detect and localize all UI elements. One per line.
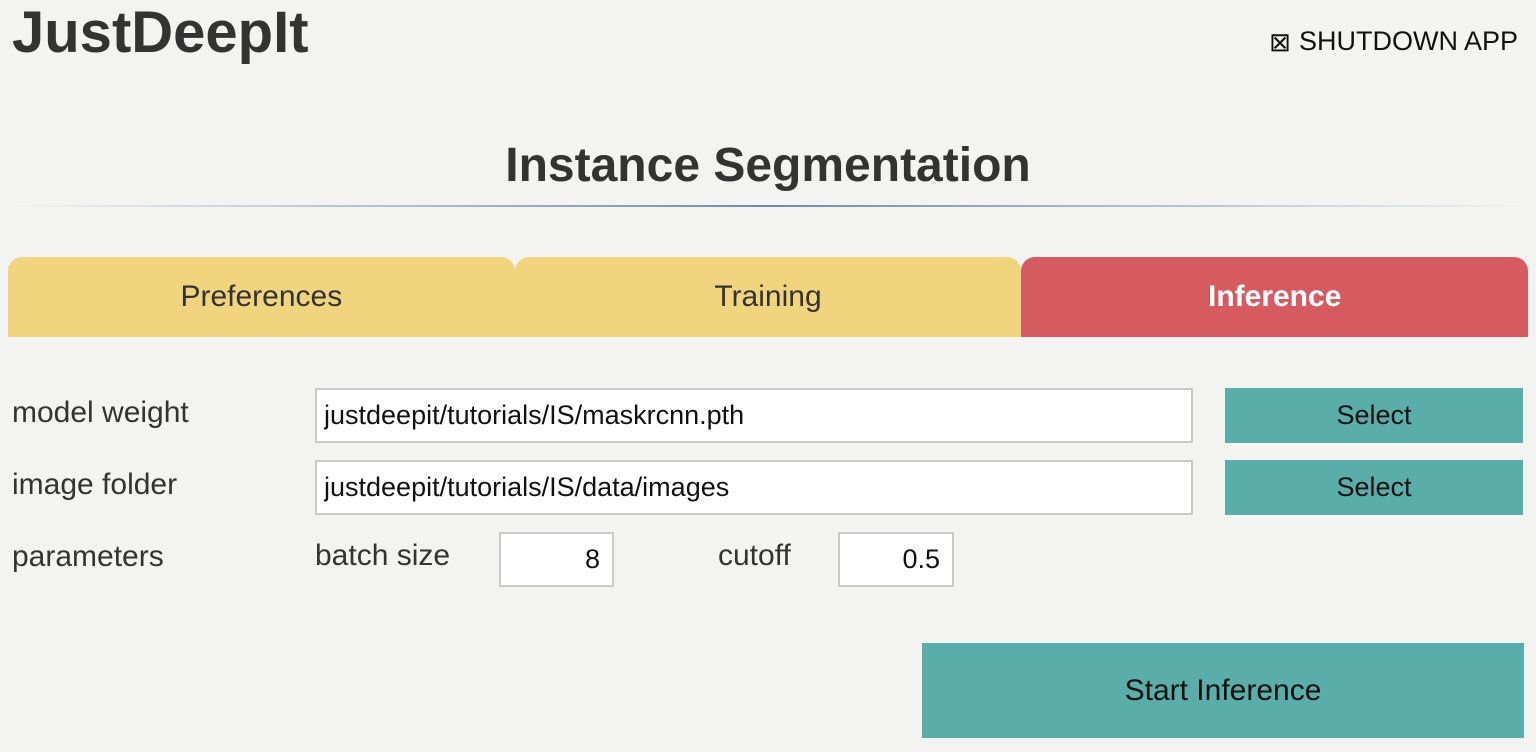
batch-size-input[interactable] — [499, 532, 614, 587]
tab-inference[interactable]: Inference — [1021, 257, 1529, 337]
cutoff-input[interactable] — [838, 532, 954, 587]
tab-training[interactable]: Training — [514, 257, 1022, 337]
parameters-label: parameters — [12, 540, 164, 573]
shutdown-app-label: SHUTDOWN APP — [1298, 26, 1518, 56]
title-divider — [8, 205, 1528, 207]
shutdown-app-button[interactable]: ⊠ SHUTDOWN APP — [1269, 26, 1518, 57]
image-folder-select-button[interactable]: Select — [1225, 460, 1523, 515]
tab-bar: Preferences Training Inference — [8, 257, 1529, 337]
checkbox-x-icon: ⊠ — [1269, 26, 1291, 57]
app-title: JustDeepIt — [12, 0, 309, 65]
tab-preferences[interactable]: Preferences — [8, 257, 515, 337]
batch-size-label: batch size — [315, 539, 451, 572]
model-weight-select-button[interactable]: Select — [1225, 388, 1523, 443]
start-inference-button[interactable]: Start Inference — [922, 643, 1524, 738]
image-folder-label: image folder — [12, 468, 178, 501]
model-weight-label: model weight — [12, 396, 189, 429]
page-title: Instance Segmentation — [505, 139, 1031, 192]
image-folder-input[interactable] — [315, 460, 1193, 515]
cutoff-label: cutoff — [718, 539, 791, 572]
model-weight-input[interactable] — [315, 388, 1193, 443]
